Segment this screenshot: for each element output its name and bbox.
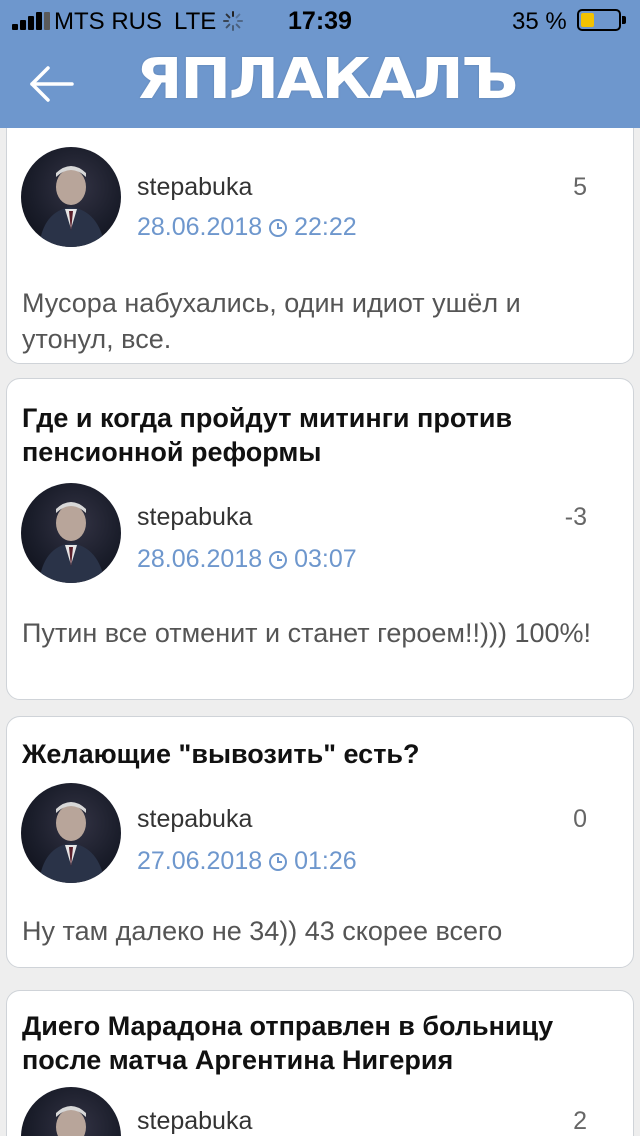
comment-date: 28.06.2018 [137, 213, 263, 241]
avatar[interactable] [21, 147, 121, 247]
comment-score: 5 [573, 173, 587, 201]
battery-percent: 35 % [512, 8, 567, 35]
avatar[interactable] [21, 483, 121, 583]
clock-icon [269, 218, 288, 237]
comment-text: Ну там далеко не 34)) 43 скорее всего [22, 916, 503, 946]
author-name[interactable]: stepabuka [137, 503, 252, 532]
user-photo [39, 166, 105, 247]
comment-text: Путин все отменит и станет героем!!))) 1… [22, 618, 592, 648]
comments-feed[interactable]: stepabuka 5 28.06.2018 22:22 Мусора набу… [0, 128, 640, 1136]
post-card[interactable]: Диего Марадона отправлен в больницу посл… [6, 990, 634, 1136]
comment-datetime: 28.06.2018 22:22 [137, 213, 357, 242]
logo-text: ЯПЛАКАЛЪ [135, 47, 518, 112]
app-logo[interactable]: ЯПЛАКАЛЪ [136, 48, 518, 112]
clock-icon [269, 550, 288, 569]
arrow-left-icon [30, 66, 74, 102]
back-button[interactable] [22, 60, 82, 108]
avatar[interactable] [21, 1087, 121, 1136]
comment-time: 01:26 [294, 847, 357, 875]
author-name[interactable]: stepabuka [137, 1107, 252, 1136]
comment-time: 22:22 [294, 213, 357, 241]
avatar[interactable] [21, 783, 121, 883]
comment-date: 28.06.2018 [137, 545, 263, 573]
comment-text: Мусора набухались, один идиот ушёл и уто… [22, 288, 521, 354]
comment-score: -3 [564, 503, 587, 531]
comment-score: 0 [573, 805, 587, 833]
app-header: ЯПЛАКАЛЪ [0, 40, 640, 128]
comment-date: 27.06.2018 [137, 847, 263, 875]
post-title[interactable]: Где и когда пройдут митинги против пенси… [22, 401, 613, 469]
post-title[interactable]: Диего Марадона отправлен в больницу посл… [22, 1009, 613, 1077]
post-card[interactable]: Желающие "вывозить" есть? stepabuka 0 27… [6, 716, 634, 968]
comment-datetime: 27.06.2018 01:26 [137, 847, 357, 876]
battery-cap [622, 16, 626, 24]
post-title[interactable]: Желающие "вывозить" есть? [22, 737, 613, 771]
user-photo [56, 1106, 86, 1136]
battery-icon [577, 9, 621, 31]
status-bar: MTS RUS LTE 17:39 35 % [0, 0, 640, 40]
author-name[interactable]: stepabuka [137, 805, 252, 834]
user-photo [39, 502, 105, 583]
battery-level-fill [581, 13, 594, 27]
post-card[interactable]: Где и когда пройдут митинги против пенси… [6, 378, 634, 700]
comment-score: 2 [573, 1107, 587, 1135]
comment-time: 03:07 [294, 545, 357, 573]
comment-datetime: 28.06.2018 03:07 [137, 545, 357, 574]
user-photo [39, 802, 105, 883]
post-card[interactable]: stepabuka 5 28.06.2018 22:22 Мусора набу… [6, 128, 634, 364]
clock-icon [269, 852, 288, 871]
author-name[interactable]: stepabuka [137, 173, 252, 202]
